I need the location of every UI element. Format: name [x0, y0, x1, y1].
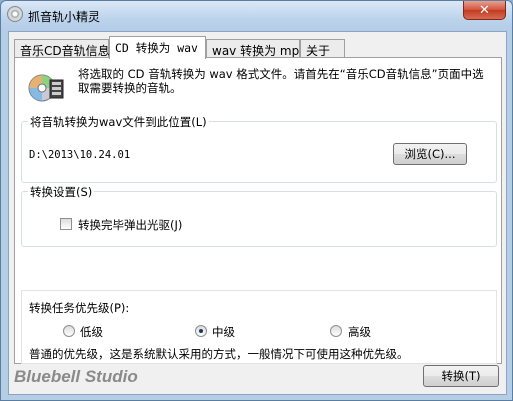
- priority-medium-radio[interactable]: [195, 325, 207, 337]
- tab-cd-track-info[interactable]: 音乐CD音轨信息: [14, 39, 110, 58]
- eject-label[interactable]: 转换完毕弹出光驱(J): [78, 217, 182, 233]
- brand-logo: Bluebell Studio: [14, 367, 138, 386]
- priority-high-radio[interactable]: [330, 325, 342, 337]
- eject-checkbox[interactable]: [60, 218, 72, 230]
- tab-about[interactable]: 关于: [300, 39, 345, 58]
- convert-settings-label: 转换设置(S): [28, 184, 95, 200]
- intro-text: 将选取的 CD 音轨转换为 wav 格式文件。请首先在“音乐CD音轨信息”页面中…: [78, 67, 484, 95]
- app-window: 抓音轨小精灵 ✕ 音乐CD音轨信息 CD 转换为 wav wav 转换为 mp3…: [0, 0, 513, 401]
- priority-description: 普通的优先级，这是系统默认采用的方式，一般情况下可使用这种优先级。: [29, 347, 409, 361]
- close-button[interactable]: ✕: [463, 1, 506, 20]
- browse-button[interactable]: 浏览(C)...: [393, 143, 467, 165]
- client-area: 音乐CD音轨信息 CD 转换为 wav wav 转换为 mp3 关于 将选取的 …: [8, 31, 507, 395]
- tab-cd-to-wav[interactable]: CD 转换为 wav: [109, 36, 206, 59]
- priority-label: 转换任务优先级(P):: [29, 301, 130, 315]
- priority-high-label[interactable]: 高级: [348, 324, 371, 340]
- output-path: D:\2013\10.24.01: [29, 149, 131, 161]
- convert-button[interactable]: 转换(T): [423, 365, 499, 387]
- output-location-label: 将音轨转换为wav文件到此位置(L): [28, 114, 209, 130]
- cd-convert-icon: [28, 74, 64, 102]
- priority-low-label[interactable]: 低级: [80, 324, 103, 340]
- tab-page-cd-to-wav: 将选取的 CD 音轨转换为 wav 格式文件。请首先在“音乐CD音轨信息”页面中…: [14, 57, 502, 364]
- window-title: 抓音轨小精灵: [28, 10, 101, 24]
- title-bar[interactable]: 抓音轨小精灵 ✕: [1, 1, 512, 31]
- output-location-group: 将音轨转换为wav文件到此位置(L) D:\2013\10.24.01 浏览(C…: [21, 114, 497, 183]
- cd-disc-icon: [7, 6, 23, 22]
- priority-group: 转换任务优先级(P): 低级 中级 高级 普通的优先级，这是系统默认采用的方式，…: [21, 290, 497, 364]
- tab-wav-to-mp3[interactable]: wav 转换为 mp3: [206, 39, 307, 58]
- priority-medium-label[interactable]: 中级: [212, 324, 235, 340]
- priority-low-radio[interactable]: [63, 325, 75, 337]
- convert-settings-group: 转换设置(S) 转换完毕弹出光驱(J): [21, 184, 497, 247]
